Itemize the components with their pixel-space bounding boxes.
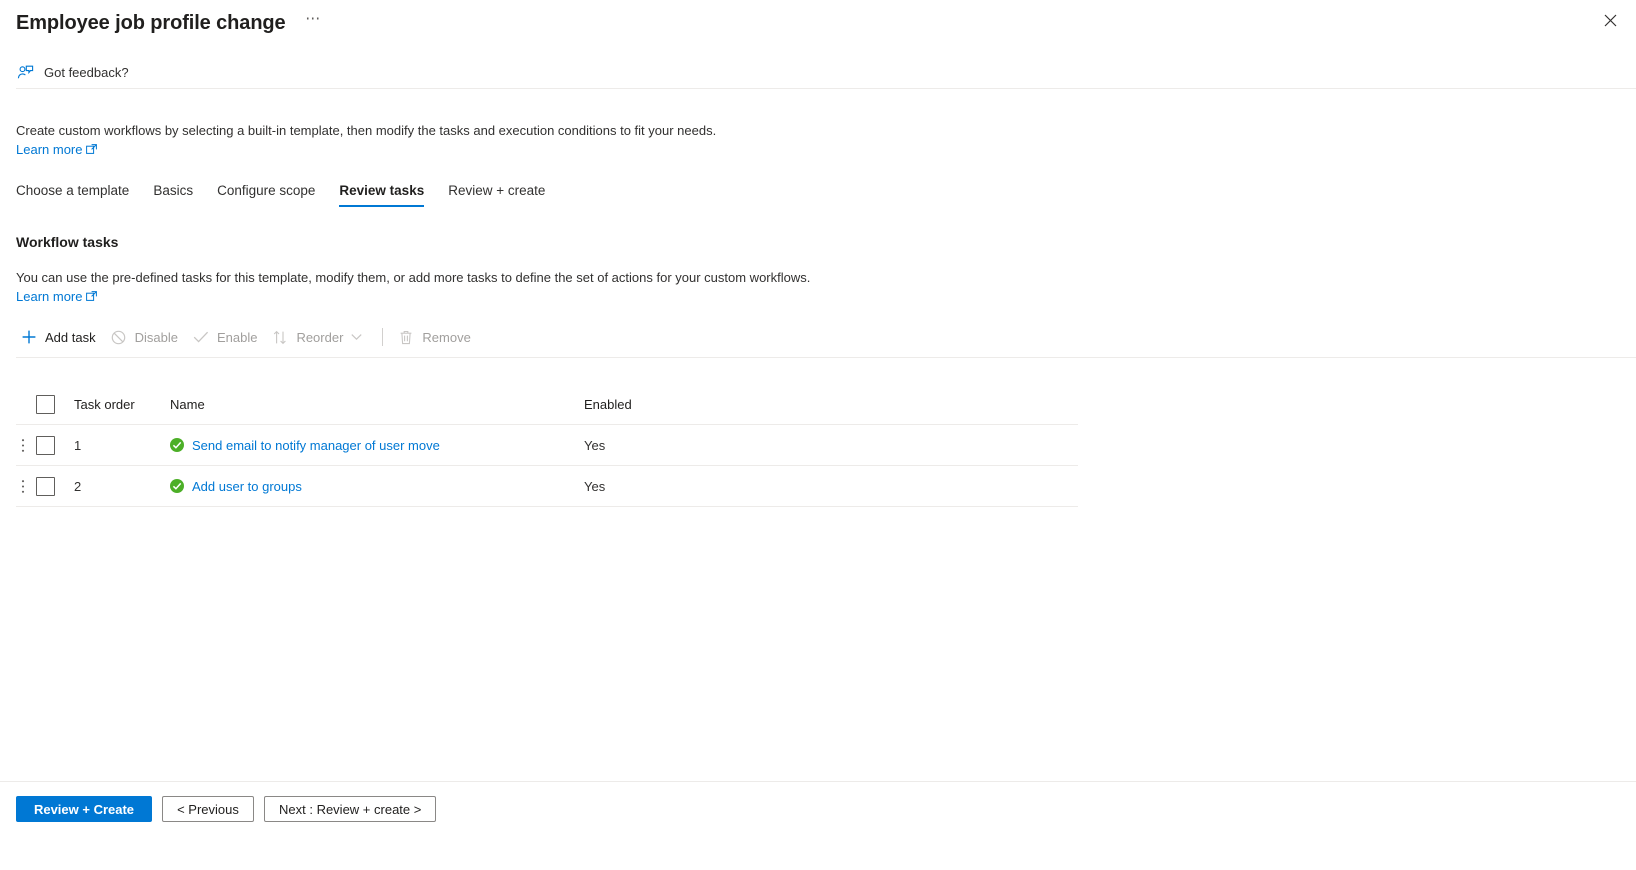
- vertical-dots-icon: [21, 479, 25, 493]
- page-title: Employee job profile change: [16, 12, 286, 34]
- add-task-button[interactable]: Add task: [16, 322, 106, 352]
- row-checkbox[interactable]: [36, 435, 55, 455]
- command-separator: [382, 328, 384, 346]
- wizard-tabs: Choose a template Basics Configure scope…: [16, 175, 557, 207]
- footer-divider: [0, 781, 1636, 782]
- remove-label: Remove: [422, 329, 471, 345]
- drag-handle-icon[interactable]: [16, 479, 30, 494]
- command-bar-divider: [16, 357, 1636, 358]
- tab-review-create[interactable]: Review + create: [436, 183, 557, 207]
- next-button[interactable]: Next : Review + create >: [264, 796, 437, 822]
- row-checkbox[interactable]: [36, 476, 55, 496]
- disable-label: Disable: [134, 329, 178, 345]
- cell-task-order: 1: [74, 437, 82, 453]
- reorder-label: Reorder: [296, 329, 344, 345]
- section-description: You can use the pre-defined tasks for th…: [16, 270, 811, 285]
- table-row[interactable]: 1 Send email to notify manager of user m…: [16, 425, 1078, 466]
- intro-block: Create custom workflows by selecting a b…: [16, 121, 716, 160]
- task-name-link[interactable]: Add user to groups: [192, 479, 302, 494]
- green-check-circle-icon: [170, 479, 184, 493]
- cell-task-order: 2: [74, 478, 82, 494]
- blade-header: Employee job profile change ⋯: [0, 0, 1636, 46]
- header-divider: [16, 88, 1636, 89]
- tab-choose-a-template[interactable]: Choose a template: [16, 183, 141, 207]
- feedback-person-icon: [16, 63, 34, 81]
- table-header-row: Task order Name Enabled: [16, 385, 1078, 425]
- cell-task-name: Send email to notify manager of user mov…: [170, 438, 584, 453]
- column-header-enabled[interactable]: Enabled: [584, 397, 1078, 412]
- tab-review-tasks[interactable]: Review tasks: [327, 183, 436, 207]
- tab-configure-scope[interactable]: Configure scope: [205, 183, 327, 207]
- review-create-button[interactable]: Review + Create: [16, 796, 152, 822]
- enable-button[interactable]: Enable: [188, 322, 267, 352]
- cell-task-name: Add user to groups: [170, 479, 584, 494]
- table-row[interactable]: 2 Add user to groups Yes: [16, 466, 1078, 507]
- sort-arrows-icon: [271, 328, 289, 346]
- select-all-checkbox[interactable]: [36, 395, 55, 414]
- external-link-icon: [86, 141, 98, 160]
- row-select-cell: [30, 435, 74, 455]
- intro-text: Create custom workflows by selecting a b…: [16, 123, 717, 138]
- column-header-name[interactable]: Name: [170, 397, 584, 412]
- wizard-footer: Review + Create < Previous Next : Review…: [16, 793, 437, 825]
- workflow-tasks-table: Task order Name Enabled 1 Send email to …: [16, 385, 1078, 507]
- tab-basics[interactable]: Basics: [141, 183, 205, 207]
- row-select-cell: [30, 476, 74, 496]
- tasks-command-bar: Add task Disable Enable Reorder Remove: [16, 322, 481, 352]
- close-icon: [1604, 14, 1616, 26]
- previous-button[interactable]: < Previous: [162, 796, 254, 822]
- enable-label: Enable: [216, 329, 258, 345]
- select-all-cell: [30, 395, 74, 414]
- trash-icon: [397, 328, 415, 346]
- got-feedback-button[interactable]: Got feedback?: [16, 56, 129, 88]
- close-button[interactable]: [1596, 6, 1624, 34]
- got-feedback-label: Got feedback?: [44, 64, 129, 80]
- chevron-down-icon: [351, 333, 363, 341]
- disable-button[interactable]: Disable: [106, 322, 188, 352]
- drag-handle-icon[interactable]: [16, 438, 30, 453]
- workflow-blade: Employee job profile change ⋯ Got feedba…: [0, 0, 1636, 870]
- intro-learn-more-link[interactable]: Learn more: [16, 142, 82, 157]
- section-learn-more-link[interactable]: Learn more: [16, 289, 82, 304]
- cell-enabled: Yes: [584, 478, 606, 494]
- add-task-label: Add task: [45, 329, 96, 345]
- block-circle-icon: [110, 328, 128, 346]
- vertical-dots-icon: [21, 438, 25, 452]
- section-description-block: You can use the pre-defined tasks for th…: [16, 268, 810, 307]
- external-link-icon: [86, 288, 98, 307]
- task-name-link[interactable]: Send email to notify manager of user mov…: [192, 438, 440, 453]
- plus-icon: [20, 328, 38, 346]
- checkmark-icon: [192, 328, 210, 346]
- remove-button[interactable]: Remove: [393, 322, 480, 352]
- section-title: Workflow tasks: [16, 234, 119, 250]
- reorder-button[interactable]: Reorder: [267, 322, 372, 352]
- green-check-circle-icon: [170, 438, 184, 452]
- more-options-button[interactable]: ⋯: [302, 11, 326, 35]
- cell-enabled: Yes: [584, 437, 606, 453]
- column-header-task-order[interactable]: Task order: [74, 397, 170, 412]
